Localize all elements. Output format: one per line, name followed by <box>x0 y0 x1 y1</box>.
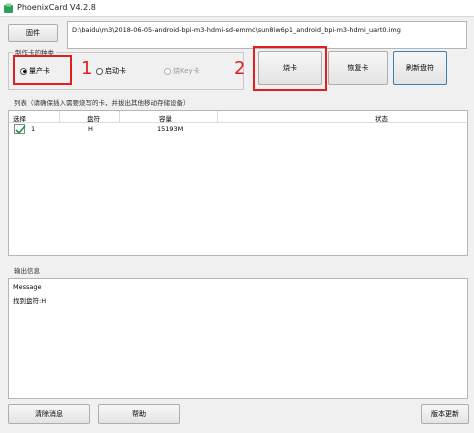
radio-unselected-icon <box>96 67 103 75</box>
firmware-path-field[interactable]: D:\baidu\m3\2018-06-05-android-bpi-m3-hd… <box>67 21 467 49</box>
row-select-checkbox[interactable] <box>14 124 26 135</box>
phoenixcard-app-icon <box>4 3 13 13</box>
annotation-number-2: 2 <box>234 58 246 79</box>
device-list-table[interactable]: 选择 盘符 容量 状态 1 H 15193M <box>8 110 468 256</box>
output-label: 输出信息 <box>14 267 40 275</box>
device-list-header: 选择 盘符 容量 状态 <box>9 111 467 123</box>
column-status-header: 状态 <box>375 115 388 123</box>
restore-card-button[interactable]: 恢复卡 <box>328 51 388 85</box>
firmware-path-text: D:\baidu\m3\2018-06-05-android-bpi-m3-hd… <box>72 26 401 34</box>
column-drive-header: 盘符 <box>87 115 100 123</box>
version-update-button[interactable]: 版本更新 <box>421 404 469 424</box>
title-bar: PhoenixCard V4.2.8 <box>0 0 474 17</box>
row-drive: H <box>88 125 93 133</box>
radio-disabled-icon <box>164 67 171 75</box>
device-list-label: 列表（请确保插入需要烧写的卡，并拔出其他移动存储设备） <box>14 99 190 107</box>
firmware-button[interactable]: 固件 <box>8 24 58 42</box>
column-divider <box>217 111 218 122</box>
output-log[interactable]: Message 找到盘符:H <box>8 278 468 399</box>
annotation-box-2 <box>253 46 327 91</box>
column-divider <box>119 111 120 122</box>
column-select-header: 选择 <box>13 115 26 123</box>
radio-burn-key-card: 烧Key卡 <box>164 66 200 76</box>
clear-messages-button[interactable]: 清除消息 <box>8 404 90 424</box>
table-row[interactable]: 1 H 15193M <box>9 123 467 136</box>
refresh-drive-button[interactable]: 刷新盘符 <box>393 51 447 85</box>
window-title: PhoenixCard V4.2.8 <box>17 3 96 12</box>
column-divider <box>59 111 60 122</box>
annotation-box-1 <box>13 55 72 85</box>
row-capacity: 15193M <box>157 125 184 133</box>
log-line: 找到盘符:H <box>13 297 47 305</box>
radio-boot-card[interactable]: 启动卡 <box>96 66 126 76</box>
help-button[interactable]: 帮助 <box>98 404 180 424</box>
radio-burn-key-card-label: 烧Key卡 <box>173 67 200 75</box>
log-line: Message <box>13 283 42 291</box>
column-capacity-header: 容量 <box>159 115 172 123</box>
annotation-number-1: 1 <box>81 58 93 79</box>
row-index: 1 <box>31 125 36 133</box>
radio-boot-card-label: 启动卡 <box>105 67 126 75</box>
checkmark-icon <box>15 125 26 135</box>
